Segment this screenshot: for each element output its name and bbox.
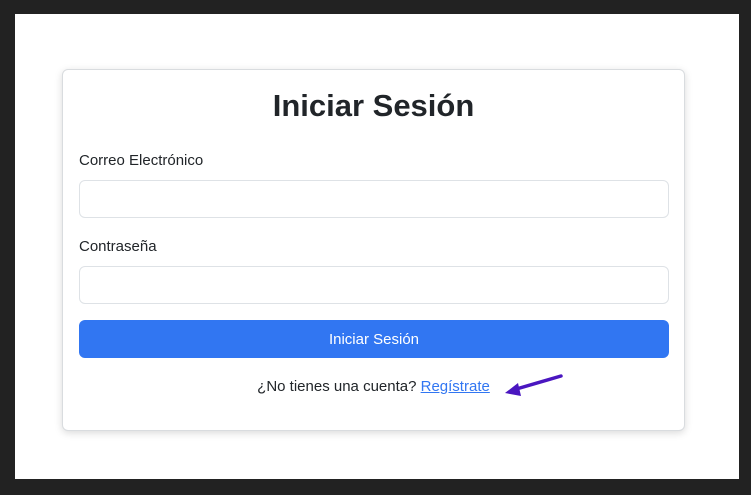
login-card: Iniciar Sesión Correo Electrónico Contra…	[62, 69, 685, 431]
page-viewport: Iniciar Sesión Correo Electrónico Contra…	[15, 14, 739, 479]
password-label: Contraseña	[79, 238, 157, 255]
signup-link[interactable]: Regístrate	[421, 378, 490, 395]
password-field[interactable]	[79, 266, 669, 304]
email-field[interactable]	[79, 180, 669, 218]
email-label: Correo Electrónico	[79, 152, 204, 169]
signup-prompt: ¿No tienes una cuenta?	[257, 378, 417, 395]
arrow-pointer-icon	[505, 374, 563, 396]
login-button[interactable]: Iniciar Sesión	[79, 320, 669, 358]
page-title: Iniciar Sesión	[272, 88, 475, 123]
signup-row: ¿No tienes una cuenta? Regístrate	[63, 378, 684, 395]
